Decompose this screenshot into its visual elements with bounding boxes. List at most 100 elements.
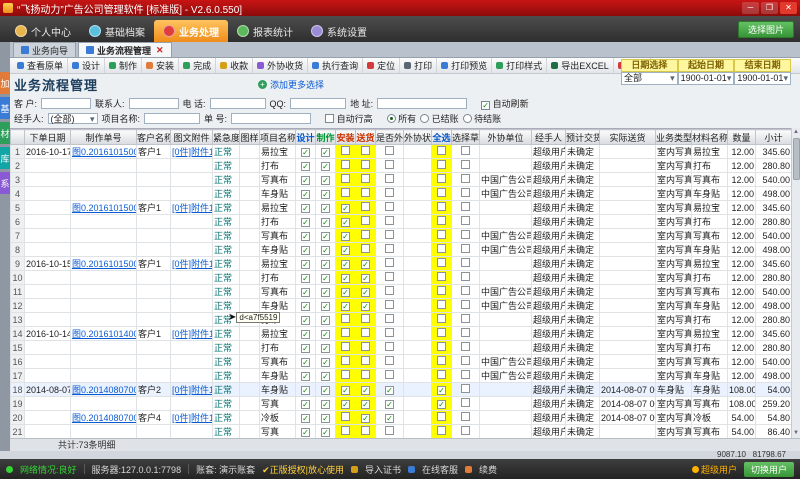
outsource-checkbox[interactable] xyxy=(385,230,394,239)
seldraft-checkbox[interactable] xyxy=(461,202,470,211)
install-checkbox[interactable] xyxy=(341,412,350,421)
deliver-checkbox[interactable] xyxy=(361,146,370,155)
deliver-checkbox[interactable]: ✓ xyxy=(361,400,370,409)
filter-value-1[interactable]: 1900-01-01▾ xyxy=(678,72,735,85)
allsel-checkbox[interactable] xyxy=(437,286,446,295)
allsel-checkbox[interactable] xyxy=(437,370,446,379)
design-checkbox[interactable]: ✓ xyxy=(301,358,310,367)
outsource-checkbox[interactable] xyxy=(385,216,394,225)
table-row[interactable]: 182014-08-07图0.201408070002客户2[0件]附件1正常车… xyxy=(11,383,792,397)
table-row[interactable]: 15正常打布✓✓超级用户未确定室内写真打布12.00280.80 xyxy=(11,341,792,355)
make-checkbox[interactable]: ✓ xyxy=(321,344,330,353)
online-service-link[interactable]: 在线客服 xyxy=(422,463,458,476)
toolbar-button-制作[interactable]: 制作 xyxy=(105,58,142,73)
doc-tab-业务流程管理[interactable]: 业务流程管理✕ xyxy=(78,42,172,57)
col-header-date[interactable]: 下单日期 xyxy=(25,130,71,145)
scroll-up-icon[interactable]: ▲ xyxy=(792,128,800,137)
ribbon-tab-基础档案[interactable]: 基础档案 xyxy=(80,20,154,42)
table-row[interactable]: 10正常打布✓✓✓✓超级用户未确定室内写真打布12.00280.80 xyxy=(11,271,792,285)
allsel-checkbox[interactable] xyxy=(437,426,446,435)
outsource-checkbox[interactable] xyxy=(385,426,394,435)
order-link[interactable]: 图0.201610140001 xyxy=(72,329,137,339)
deliver-checkbox[interactable] xyxy=(361,370,370,379)
table-row[interactable]: 16正常写真布✓✓中国广告公司超级用户未确定室内写真写真布12.00540.00 xyxy=(11,355,792,369)
outsource-checkbox[interactable] xyxy=(385,370,394,379)
attach-link[interactable]: [0件]附件1 xyxy=(172,329,213,339)
seldraft-checkbox[interactable] xyxy=(461,146,470,155)
allsel-checkbox[interactable] xyxy=(437,314,446,323)
seldraft-checkbox[interactable] xyxy=(461,174,470,183)
seldraft-checkbox[interactable] xyxy=(461,398,470,407)
seldraft-checkbox[interactable] xyxy=(461,272,470,281)
table-row[interactable]: 8正常车身贴✓✓✓中国广告公司超级用户未确定室内写真车身贴12.00498.00 xyxy=(11,243,792,257)
allsel-checkbox[interactable]: ✓ xyxy=(437,386,446,395)
design-checkbox[interactable]: ✓ xyxy=(301,288,310,297)
col-header-material[interactable]: 材料名称 xyxy=(692,130,728,145)
add-more-filters-link[interactable]: + 添加更多选择 xyxy=(258,78,324,91)
renew-link[interactable]: 续费 xyxy=(479,463,497,476)
allsel-checkbox[interactable] xyxy=(437,216,446,225)
make-checkbox[interactable]: ✓ xyxy=(321,414,330,423)
outsource-checkbox[interactable]: ✓ xyxy=(385,400,394,409)
design-checkbox[interactable]: ✓ xyxy=(301,232,310,241)
make-checkbox[interactable]: ✓ xyxy=(321,400,330,409)
install-checkbox[interactable]: ✓ xyxy=(341,386,350,395)
allsel-checkbox[interactable] xyxy=(437,356,446,365)
outsource-checkbox[interactable] xyxy=(385,174,394,183)
seldraft-checkbox[interactable] xyxy=(461,230,470,239)
design-checkbox[interactable]: ✓ xyxy=(301,302,310,311)
design-checkbox[interactable]: ✓ xyxy=(301,148,310,157)
toolbar-button-打印[interactable]: 打印 xyxy=(400,58,437,73)
design-checkbox[interactable]: ✓ xyxy=(301,162,310,171)
install-checkbox[interactable] xyxy=(341,188,350,197)
table-row[interactable]: 142016-10-14图0.201610140001客户1[0件]附件1正常易… xyxy=(11,327,792,341)
vertical-scrollbar[interactable]: ▲ ▼ xyxy=(791,128,800,438)
make-checkbox[interactable]: ✓ xyxy=(321,274,330,283)
col-header-sample[interactable]: 图样 xyxy=(240,130,260,145)
design-checkbox[interactable]: ✓ xyxy=(301,330,310,339)
design-checkbox[interactable]: ✓ xyxy=(301,260,310,269)
allsel-checkbox[interactable] xyxy=(437,174,446,183)
outsource-checkbox[interactable] xyxy=(385,314,394,323)
current-user[interactable]: 超级用户 xyxy=(692,463,737,476)
outsource-checkbox[interactable] xyxy=(385,244,394,253)
design-checkbox[interactable]: ✓ xyxy=(301,176,310,185)
seldraft-checkbox[interactable] xyxy=(461,328,470,337)
allsel-checkbox[interactable] xyxy=(437,300,446,309)
col-header-attach[interactable]: 图文附件 xyxy=(171,130,213,145)
col-header-handler[interactable]: 经手人 xyxy=(532,130,566,145)
table-row[interactable]: 4正常车身贴✓✓中国广告公司超级用户未确定室内写真车身贴12.00498.00 xyxy=(11,187,792,201)
design-checkbox[interactable]: ✓ xyxy=(301,372,310,381)
make-checkbox[interactable]: ✓ xyxy=(321,358,330,367)
toolbar-button-收款[interactable]: 收款 xyxy=(216,58,253,73)
make-checkbox[interactable]: ✓ xyxy=(321,190,330,199)
col-header-customer[interactable]: 客户名称 xyxy=(137,130,171,145)
install-checkbox[interactable] xyxy=(341,160,350,169)
allsel-checkbox[interactable] xyxy=(437,160,446,169)
attach-link[interactable]: [0件]附件1 xyxy=(172,259,213,269)
ribbon-tab-个人中心[interactable]: 个人中心 xyxy=(6,20,80,42)
make-checkbox[interactable]: ✓ xyxy=(321,246,330,255)
col-header-seldraft[interactable]: 选择草单 xyxy=(452,130,480,145)
seldraft-checkbox[interactable] xyxy=(461,188,470,197)
seldraft-checkbox[interactable] xyxy=(461,258,470,267)
install-checkbox[interactable] xyxy=(341,426,350,435)
order-link[interactable]: 图0.201408070001 xyxy=(72,413,137,423)
deliver-checkbox[interactable] xyxy=(361,174,370,183)
order-link[interactable]: 图0.201610150001 xyxy=(72,259,137,269)
deliver-checkbox[interactable]: ✓ xyxy=(361,260,370,269)
col-header-outunit[interactable]: 外协单位 xyxy=(480,130,532,145)
design-checkbox[interactable]: ✓ xyxy=(301,274,310,283)
filter-value-0[interactable]: 全部▾ xyxy=(621,72,678,85)
make-checkbox[interactable]: ✓ xyxy=(321,302,330,311)
install-checkbox[interactable] xyxy=(341,328,350,337)
attach-link[interactable]: [0件]附件1 xyxy=(172,147,213,157)
install-checkbox[interactable]: ✓ xyxy=(341,302,350,311)
install-checkbox[interactable]: ✓ xyxy=(341,204,350,213)
order-link[interactable]: 图0.201610150007 xyxy=(72,147,137,157)
order-link[interactable]: 图0.201610150004 xyxy=(72,203,137,213)
switch-user-button[interactable]: 切换用户 xyxy=(744,462,794,477)
doc-tab-业务向导[interactable]: 业务向导 xyxy=(13,42,76,57)
col-header-deliver[interactable]: 送货 xyxy=(356,130,376,145)
attach-link[interactable]: [0件]附件1 xyxy=(172,413,213,423)
